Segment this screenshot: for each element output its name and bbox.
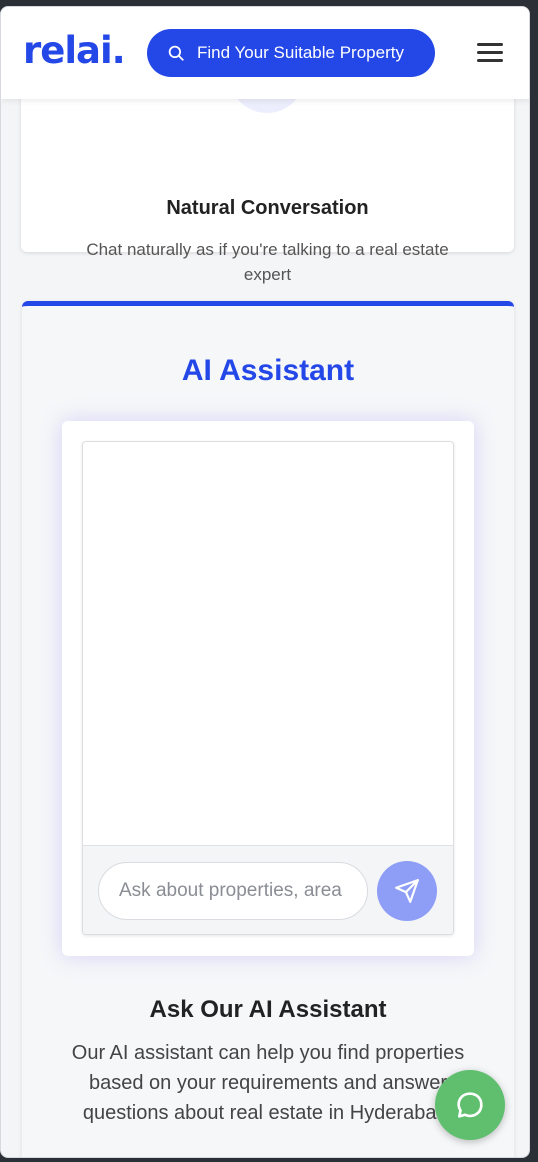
feature-title: Natural Conversation [166, 197, 369, 219]
find-property-label: Find Your Suitable Property [197, 43, 404, 62]
ask-assistant-heading: Ask Our AI Assistant [149, 996, 387, 1023]
assistant-title: AI Assistant [181, 354, 355, 387]
page-frame: relai. Find Your Suitable Property Natur… [0, 6, 530, 1158]
chat-widget-container [62, 421, 474, 956]
ask-assistant-description: Our AI assistant can help you find prope… [71, 1042, 465, 1124]
send-icon [395, 879, 419, 903]
chat-bubble-icon [457, 1092, 483, 1118]
find-property-button[interactable]: Find Your Suitable Property [147, 29, 435, 77]
ai-assistant-section: AI Assistant Ask Our AI Assistant Our AI… [22, 301, 514, 1157]
site-header: relai. Find Your Suitable Property [1, 7, 529, 99]
send-button[interactable] [377, 861, 437, 921]
relai-logo[interactable]: relai. [23, 29, 126, 72]
chat-input-bar [83, 845, 453, 934]
hamburger-menu-icon[interactable] [477, 43, 503, 65]
chat-messages-area[interactable] [83, 442, 453, 845]
chat-fab-button[interactable] [435, 1070, 505, 1140]
feature-description: Chat naturally as if you're talking to a… [86, 240, 449, 284]
chat-window [82, 441, 454, 935]
chat-input[interactable] [98, 862, 368, 920]
search-icon [168, 45, 184, 61]
